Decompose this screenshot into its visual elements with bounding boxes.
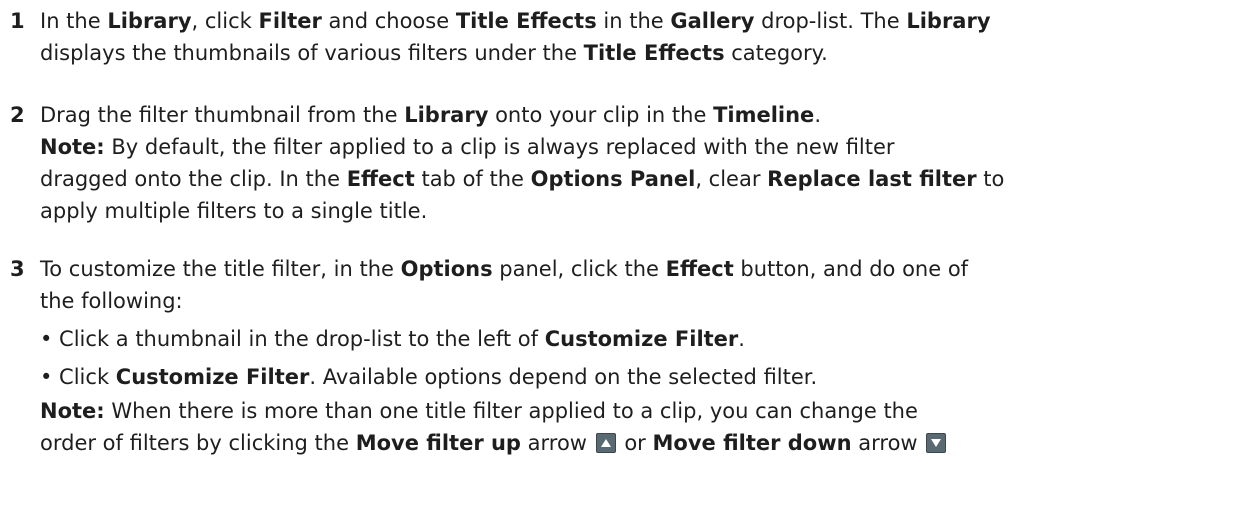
bold-term: Library (404, 103, 489, 127)
bold-term: Effect (665, 257, 734, 281)
text-line: displays the thumbnails of various filte… (40, 38, 828, 68)
text-run: to (976, 167, 1005, 191)
text-run: or (617, 431, 653, 455)
text-run: displays the thumbnails of various filte… (40, 41, 584, 65)
text-run: category. (724, 41, 828, 65)
text-run: order of filters by clicking the (40, 431, 356, 455)
text-run: arrow (851, 431, 925, 455)
text-run: When there is more than one title filter… (104, 399, 918, 423)
bold-term: Library (107, 9, 192, 33)
bold-term: Filter (258, 9, 322, 33)
text-run: the following: (40, 289, 183, 313)
text-line: • Click Customize Filter. Available opti… (40, 362, 817, 392)
text-run: • Click a thumbnail in the drop-list to … (40, 327, 545, 351)
bold-term: Note: (40, 135, 105, 159)
bold-term: Customize Filter (115, 365, 310, 389)
bold-term: Title Effects (583, 41, 725, 65)
text-run: . Available options depend on the select… (309, 365, 818, 389)
text-line: order of filters by clicking the Move fi… (40, 428, 948, 458)
text-run: . (814, 103, 821, 127)
text-run: button, and do one of (733, 257, 969, 281)
text-run: in the (596, 9, 671, 33)
bold-term: Note: (40, 399, 105, 423)
bold-term: Move filter down (652, 431, 852, 455)
text-line: dragged onto the clip. In the Effect tab… (40, 164, 1004, 194)
text-run: , click (191, 9, 259, 33)
step-number: 2 (10, 103, 25, 127)
text-run: drop-list. The (754, 9, 907, 33)
text-line: To customize the title filter, in the Op… (40, 254, 968, 284)
text-run: , clear (695, 167, 768, 191)
text-run: • Click (40, 365, 116, 389)
text-run: arrow (520, 431, 594, 455)
bold-term: Gallery (670, 9, 755, 33)
text-run: Drag the filter thumbnail from the (40, 103, 405, 127)
text-line: the following: (40, 286, 183, 316)
text-run: panel, click the (492, 257, 666, 281)
bold-term: Library (906, 9, 991, 33)
text-run: and choose (321, 9, 456, 33)
text-run: In the (40, 9, 108, 33)
text-line: Drag the filter thumbnail from the Libra… (40, 100, 821, 130)
move-filter-down-icon (926, 433, 947, 453)
text-line: Note: When there is more than one title … (40, 396, 918, 426)
text-run: tab of the (414, 167, 531, 191)
text-line: Note: By default, the filter applied to … (40, 132, 895, 162)
text-run: To customize the title filter, in the (40, 257, 401, 281)
text-run: . (738, 327, 745, 351)
bold-term: Timeline (713, 103, 815, 127)
text-run: By default, the filter applied to a clip… (104, 135, 895, 159)
text-run: dragged onto the clip. In the (40, 167, 347, 191)
step-number: 1 (10, 9, 25, 33)
bold-term: Customize Filter (544, 327, 739, 351)
bold-term: Effect (346, 167, 415, 191)
bold-term: Options Panel (530, 167, 696, 191)
bold-term: Title Effects (455, 9, 597, 33)
text-line: apply multiple filters to a single title… (40, 196, 427, 226)
bold-term: Move filter up (355, 431, 521, 455)
text-run: apply multiple filters to a single title… (40, 199, 428, 223)
move-filter-up-icon (595, 433, 616, 453)
text-run: onto your clip in the (488, 103, 714, 127)
step-number: 3 (10, 257, 25, 281)
text-line: • Click a thumbnail in the drop-list to … (40, 324, 745, 354)
bold-term: Replace last filter (767, 167, 977, 191)
text-line: In the Library, click Filter and choose … (40, 6, 991, 36)
bold-term: Options (400, 257, 493, 281)
